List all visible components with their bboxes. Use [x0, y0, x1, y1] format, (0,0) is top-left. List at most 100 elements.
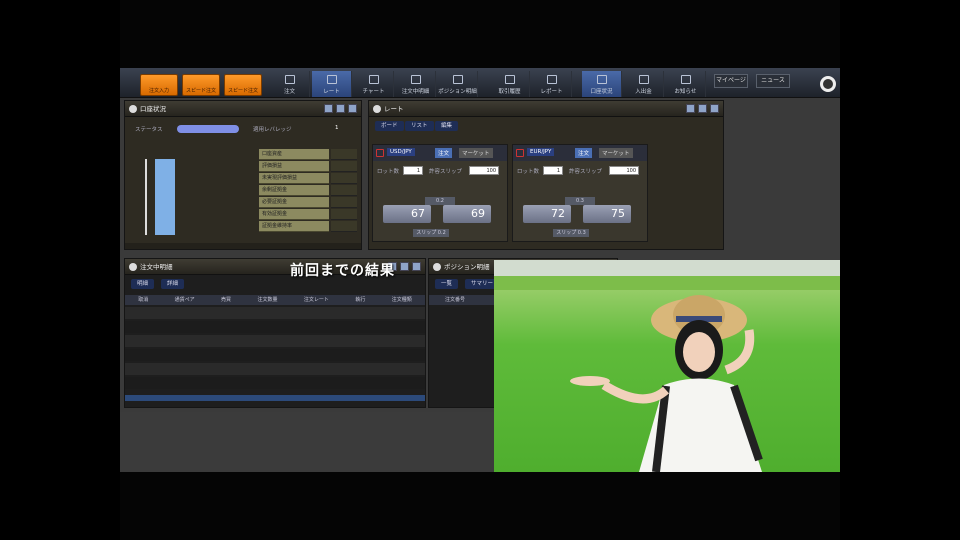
col-header[interactable]: 売買: [221, 295, 231, 305]
lot-input[interactable]: 1: [403, 166, 423, 175]
col-header[interactable]: 注文種類: [392, 295, 412, 305]
positions-icon: [453, 75, 463, 84]
order-icon: [285, 75, 295, 84]
rate-panel-header: レート: [369, 101, 723, 117]
speed-order-button-2[interactable]: スピード注文: [224, 74, 262, 96]
col-header[interactable]: 注文レート: [304, 295, 329, 305]
rate-card-eurjpy: EUR/JPY 注文 マーケット ロット数 1 許容スリップ 100 0.3 7…: [512, 144, 648, 242]
table-row: [125, 363, 425, 375]
col-header[interactable]: 取消: [138, 295, 148, 305]
col-header[interactable]: 注文番号: [445, 297, 465, 303]
pair-name[interactable]: EUR/JPY: [527, 148, 555, 156]
toolbar-order-button[interactable]: 注文: [270, 71, 310, 97]
currency-flag-icon: [516, 149, 524, 157]
table-row: [125, 321, 425, 333]
tab-list[interactable]: リスト: [405, 121, 434, 131]
panel-icon: [129, 263, 137, 271]
scrollbar[interactable]: [125, 395, 425, 401]
slip-label: 許容スリップ: [569, 169, 603, 175]
table-row: [125, 377, 425, 389]
leverage-label: 適用レバレッジ: [253, 127, 292, 133]
lot-input[interactable]: 1: [543, 166, 563, 175]
account-status-panel: 口座状況 ステータス 適用レバレッジ 1 口座資産 評価損益 未実現評価損益 余…: [124, 100, 362, 250]
tab-full-details[interactable]: 詳細: [161, 279, 185, 289]
rate-card-header: EUR/JPY 注文 マーケット: [513, 145, 647, 161]
settings-gear-icon[interactable]: [820, 76, 836, 92]
toolbar-chart-button[interactable]: チャート: [354, 71, 394, 97]
account-icon: [597, 75, 607, 84]
account-row: 有効証拠金: [259, 209, 329, 220]
status-indicator: [177, 125, 239, 133]
presenter-illustration: [494, 260, 840, 472]
tab-board[interactable]: ボード: [375, 121, 404, 131]
order-type-select[interactable]: マーケット: [459, 148, 493, 158]
panel-icon: [129, 105, 137, 113]
tab-details[interactable]: 明細: [131, 279, 155, 289]
mypage-button[interactable]: マイページ: [714, 74, 748, 88]
slip-input[interactable]: 100: [469, 166, 499, 175]
toolbar-rate-button[interactable]: レート: [312, 71, 352, 97]
account-panel-header: 口座状況: [125, 101, 361, 117]
account-row: 評価損益: [259, 161, 329, 172]
rate-card-usdjpy: USD/JPY 注文 マーケット ロット数 1 許容スリップ 100 0.2 6…: [372, 144, 508, 242]
toolbar-orders-button[interactable]: 注文中明細: [396, 71, 436, 97]
bid-price-button[interactable]: 67: [383, 205, 431, 223]
order-type-select[interactable]: マーケット: [599, 148, 633, 158]
orders-icon: [411, 75, 421, 84]
account-row: 未実現評価損益: [259, 173, 329, 184]
col-header[interactable]: 通貨ペア: [175, 295, 195, 305]
leverage-value: 1: [335, 125, 339, 131]
maximize-icon[interactable]: [400, 262, 409, 271]
minimize-icon[interactable]: [324, 104, 333, 113]
col-header[interactable]: 注文数量: [257, 295, 277, 305]
toolbar-history-button[interactable]: 取引履歴: [490, 71, 530, 97]
toolbar-account-button[interactable]: 口座状況: [582, 71, 622, 97]
spread-value: 0.2: [425, 197, 455, 205]
close-icon[interactable]: [412, 262, 421, 271]
tab-edit[interactable]: 編集: [435, 121, 459, 131]
status-label: ステータス: [135, 127, 163, 133]
tab-list[interactable]: 一覧: [435, 279, 459, 289]
order-button[interactable]: 注文: [435, 148, 453, 158]
window-controls: [324, 104, 357, 113]
speed-order-button[interactable]: スピード注文: [182, 74, 220, 96]
slip-input[interactable]: 100: [609, 166, 639, 175]
order-button[interactable]: 注文: [575, 148, 593, 158]
maximize-icon[interactable]: [698, 104, 707, 113]
slip-footer: スリップ 0.3: [553, 229, 589, 237]
deposit-icon: [639, 75, 649, 84]
rate-icon: [327, 75, 337, 84]
account-row-value: [331, 209, 357, 220]
ask-price-button[interactable]: 69: [443, 205, 491, 223]
table-row: [125, 307, 425, 319]
toolbar-report-button[interactable]: レポート: [532, 71, 572, 97]
close-icon[interactable]: [710, 104, 719, 113]
toolbar-positions-button[interactable]: ポジション明細: [438, 71, 478, 97]
minimize-icon[interactable]: [686, 104, 695, 113]
col-header[interactable]: 執行: [355, 295, 365, 305]
account-row: 余剰証拠金: [259, 185, 329, 196]
ask-price-button[interactable]: 75: [583, 205, 631, 223]
table-row: [125, 349, 425, 361]
maximize-icon[interactable]: [336, 104, 345, 113]
order-entry-button[interactable]: 注文入力: [140, 74, 178, 96]
toolbar-notice-button[interactable]: お知らせ: [666, 71, 706, 97]
rate-card-header: USD/JPY 注文 マーケット: [373, 145, 507, 161]
presenter-photo: [494, 260, 840, 472]
slip-footer: スリップ 0.2: [413, 229, 449, 237]
toolbar-deposit-button[interactable]: 入出金: [624, 71, 664, 97]
panel-icon: [373, 105, 381, 113]
account-row-value: [331, 185, 357, 196]
scrollbar[interactable]: [125, 243, 361, 249]
account-row-value: [331, 173, 357, 184]
close-icon[interactable]: [348, 104, 357, 113]
account-row-value: [331, 197, 357, 208]
chart-icon: [369, 75, 379, 84]
pair-name[interactable]: USD/JPY: [387, 148, 415, 156]
history-icon: [505, 75, 515, 84]
orders-table-header: 取消 通貨ペア 売買 注文数量 注文レート 執行 注文種類: [125, 295, 425, 305]
news-button[interactable]: ニュース: [756, 74, 790, 88]
account-row-value: [331, 161, 357, 172]
bid-price-button[interactable]: 72: [523, 205, 571, 223]
panel-icon: [433, 263, 441, 271]
